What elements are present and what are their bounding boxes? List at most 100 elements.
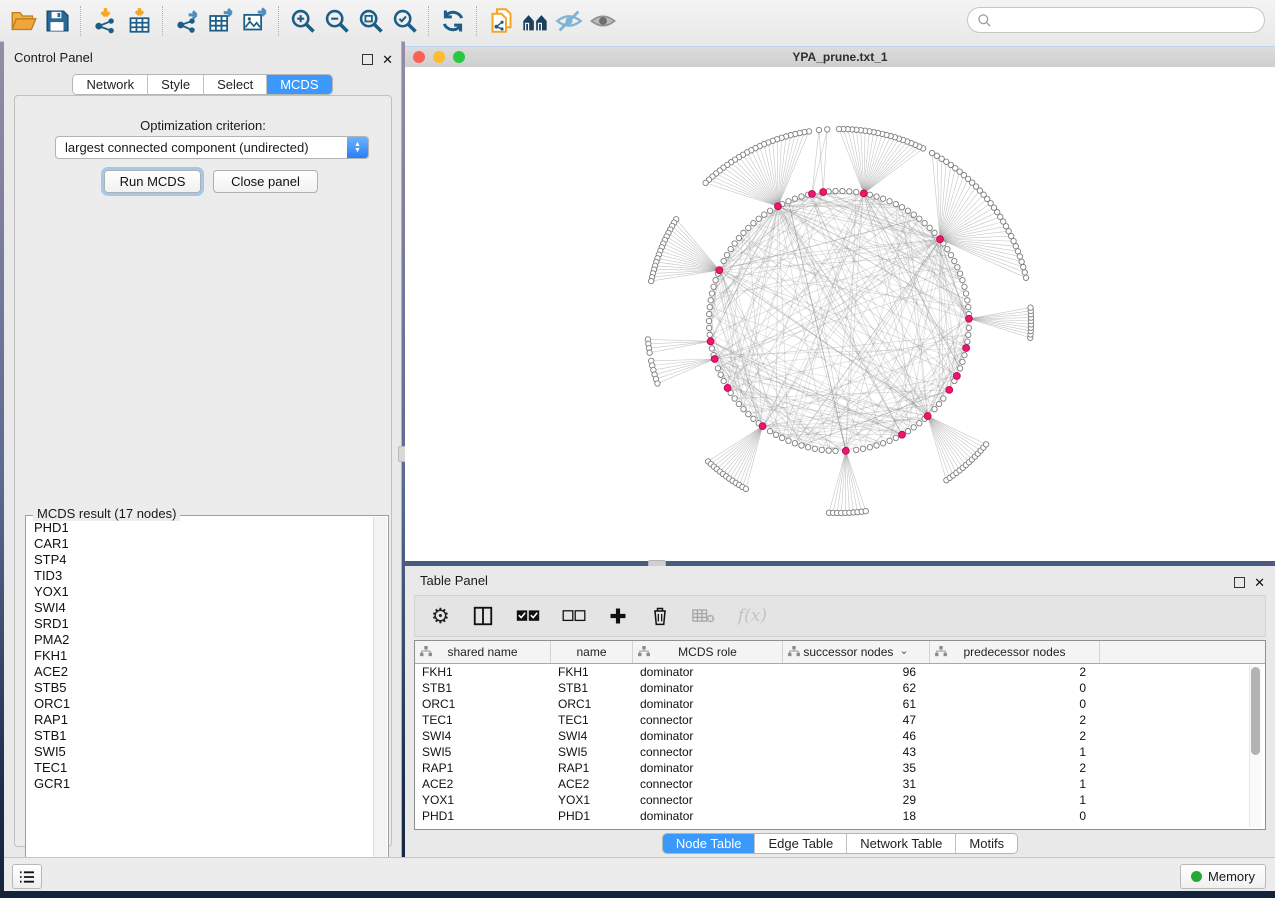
graph-node[interactable]	[732, 396, 737, 401]
table-cell[interactable]: STB1	[415, 680, 551, 696]
graph-node[interactable]	[952, 258, 957, 263]
graph-hub-node[interactable]	[946, 386, 953, 393]
graph-node[interactable]	[1028, 305, 1033, 310]
float-panel-icon[interactable]	[362, 54, 373, 65]
graph-hub-node[interactable]	[860, 190, 867, 197]
table-row[interactable]: RAP1RAP1dominator352	[415, 760, 1265, 776]
result-list-item[interactable]: ORC1	[26, 696, 372, 712]
graph-hub-node[interactable]	[820, 189, 827, 196]
add-column-icon[interactable]	[608, 601, 628, 631]
graph-node[interactable]	[762, 212, 767, 217]
tab-motifs[interactable]: Motifs	[956, 834, 1017, 853]
open-file-icon[interactable]	[6, 6, 40, 36]
table-cell[interactable]: YOX1	[415, 792, 551, 808]
table-cell[interactable]: 96	[783, 664, 930, 680]
table-cell[interactable]: 1	[930, 792, 1100, 808]
table-cell[interactable]: SWI5	[415, 744, 551, 760]
table-cell[interactable]: 47	[783, 712, 930, 728]
graph-node[interactable]	[709, 291, 714, 296]
graph-node[interactable]	[929, 150, 934, 155]
graph-node[interactable]	[805, 445, 810, 450]
graph-node[interactable]	[715, 366, 720, 371]
graph-node[interactable]	[746, 411, 751, 416]
table-cell[interactable]: ORC1	[415, 696, 551, 712]
graph-node[interactable]	[724, 252, 729, 257]
graph-node[interactable]	[826, 448, 831, 453]
table-cell[interactable]: 2	[930, 760, 1100, 776]
table-cell[interactable]: 31	[783, 776, 930, 792]
network-graph[interactable]	[405, 67, 1275, 561]
close-panel-icon[interactable]: ✕	[1254, 578, 1265, 587]
graph-node[interactable]	[706, 325, 711, 330]
graph-node[interactable]	[728, 246, 733, 251]
table-cell[interactable]: 2	[930, 728, 1100, 744]
graph-node[interactable]	[1013, 243, 1018, 248]
graph-hub-node[interactable]	[966, 315, 973, 322]
graph-node[interactable]	[786, 438, 791, 443]
result-list-item[interactable]: ACE2	[26, 664, 372, 680]
result-list-item[interactable]: RAP1	[26, 712, 372, 728]
zoom-selected-icon[interactable]	[388, 6, 422, 36]
graph-node[interactable]	[960, 277, 965, 282]
network-window-titlebar[interactable]: YPA_prune.txt_1	[405, 46, 1275, 68]
graph-node[interactable]	[709, 346, 714, 351]
graph-node[interactable]	[945, 246, 950, 251]
graph-hub-node[interactable]	[711, 356, 718, 363]
graph-node[interactable]	[779, 435, 784, 440]
graph-node[interactable]	[893, 435, 898, 440]
table-cell[interactable]: ACE2	[551, 776, 633, 792]
table-cell[interactable]: TEC1	[551, 712, 633, 728]
table-cell[interactable]: 0	[930, 808, 1100, 824]
table-cell[interactable]: SWI4	[551, 728, 633, 744]
graph-node[interactable]	[1021, 264, 1026, 269]
zoom-out-icon[interactable]	[320, 6, 354, 36]
graph-node[interactable]	[736, 401, 741, 406]
graph-node[interactable]	[751, 220, 756, 225]
graph-node[interactable]	[963, 291, 968, 296]
table-cell[interactable]: dominator	[633, 760, 783, 776]
tab-network[interactable]: Network	[73, 75, 148, 94]
result-list-item[interactable]: YOX1	[26, 584, 372, 600]
graph-node[interactable]	[863, 508, 868, 513]
table-cell[interactable]: connector	[633, 776, 783, 792]
refresh-icon[interactable]	[436, 6, 470, 36]
graph-node[interactable]	[1015, 249, 1020, 254]
graph-node[interactable]	[948, 252, 953, 257]
graph-node[interactable]	[743, 486, 748, 491]
graph-node[interactable]	[966, 325, 971, 330]
column-header-successor-nodes[interactable]: successor nodes⌄	[783, 641, 930, 663]
graph-node[interactable]	[932, 230, 937, 235]
gear-icon[interactable]: ⚙	[431, 601, 450, 631]
table-cell[interactable]: dominator	[633, 728, 783, 744]
graph-node[interactable]	[965, 339, 970, 344]
graph-node[interactable]	[874, 194, 879, 199]
graph-hub-node[interactable]	[937, 236, 944, 243]
graph-node[interactable]	[887, 438, 892, 443]
table-cell[interactable]: RAP1	[415, 760, 551, 776]
table-row[interactable]: ACE2ACE2connector311	[415, 776, 1265, 792]
graph-node[interactable]	[812, 446, 817, 451]
graph-node[interactable]	[966, 332, 971, 337]
result-list-item[interactable]: SWI4	[26, 600, 372, 616]
column-header-shared-name[interactable]: shared name	[415, 641, 551, 663]
result-list-item[interactable]: PMA2	[26, 632, 372, 648]
table-cell[interactable]: 2	[930, 712, 1100, 728]
graph-node[interactable]	[833, 188, 838, 193]
result-list-item[interactable]: SWI5	[26, 744, 372, 760]
result-list-item[interactable]: SRD1	[26, 616, 372, 632]
table-cell[interactable]: ORC1	[551, 696, 633, 712]
graph-hub-node[interactable]	[724, 385, 731, 392]
deselect-all-icon[interactable]	[562, 601, 586, 631]
graph-node[interactable]	[836, 126, 841, 131]
graph-node[interactable]	[887, 199, 892, 204]
export-network-icon[interactable]	[170, 6, 204, 36]
graph-node[interactable]	[927, 225, 932, 230]
select-all-icon[interactable]	[516, 601, 540, 631]
table-cell[interactable]: TEC1	[415, 712, 551, 728]
graph-node[interactable]	[874, 443, 879, 448]
graph-node[interactable]	[799, 443, 804, 448]
graph-node[interactable]	[708, 298, 713, 303]
tab-select[interactable]: Select	[204, 75, 267, 94]
graph-node[interactable]	[899, 205, 904, 210]
graph-node[interactable]	[721, 378, 726, 383]
